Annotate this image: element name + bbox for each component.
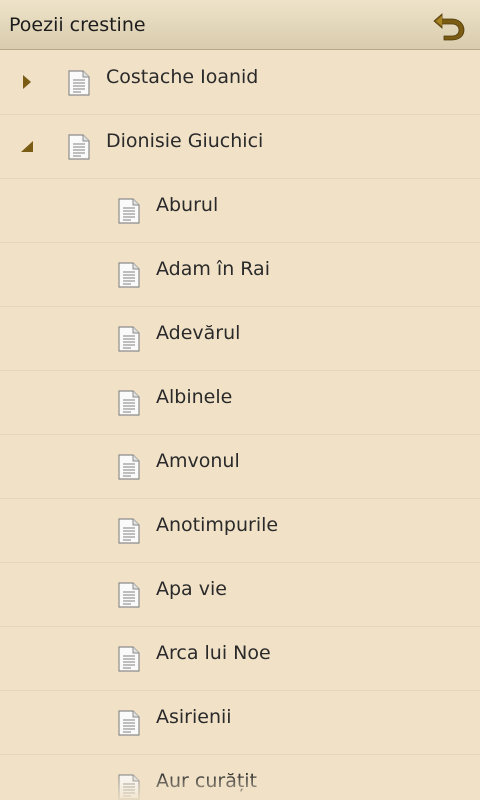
- poem-tree-list[interactable]: Costache Ioanid Dionisie Giuchici Aburul…: [0, 51, 480, 800]
- undo-arrow-icon: [433, 13, 465, 41]
- poem-row[interactable]: Anotimpurile: [0, 499, 480, 563]
- document-icon: [118, 262, 140, 288]
- poem-title: Adevărul: [156, 322, 241, 344]
- app-root: Poezii crestine Costache Ioanid Dionisie…: [0, 0, 480, 800]
- poem-row[interactable]: Apa vie: [0, 563, 480, 627]
- document-icon: [118, 198, 140, 224]
- poem-title: Arca lui Noe: [156, 642, 271, 664]
- document-icon: [118, 582, 140, 608]
- app-title: Poezii crestine: [9, 14, 146, 36]
- poem-title: Aburul: [156, 194, 219, 216]
- triangle-right-icon: [23, 75, 31, 89]
- document-icon: [118, 646, 140, 672]
- poem-row[interactable]: Asirienii: [0, 691, 480, 755]
- collapse-button[interactable]: [16, 135, 38, 157]
- poem-row[interactable]: Adam în Rai: [0, 243, 480, 307]
- document-icon: [68, 134, 90, 160]
- document-icon: [118, 518, 140, 544]
- poem-title: Albinele: [156, 386, 233, 408]
- document-icon: [118, 326, 140, 352]
- poem-row[interactable]: Amvonul: [0, 435, 480, 499]
- document-icon: [118, 390, 140, 416]
- triangle-down-icon: [21, 141, 33, 152]
- poem-title: Apa vie: [156, 578, 227, 600]
- back-button[interactable]: [418, 0, 480, 50]
- poem-row[interactable]: Arca lui Noe: [0, 627, 480, 691]
- poem-row[interactable]: Aur curățit: [0, 755, 480, 800]
- poem-title: Adam în Rai: [156, 258, 270, 280]
- document-icon: [118, 774, 140, 800]
- tree-row-costache-ioanid[interactable]: Costache Ioanid: [0, 51, 480, 115]
- tree-row-label: Costache Ioanid: [106, 66, 259, 88]
- expand-button[interactable]: [16, 71, 38, 93]
- poem-title: Anotimpurile: [156, 514, 279, 536]
- tree-row-dionisie-giuchici[interactable]: Dionisie Giuchici: [0, 115, 480, 179]
- document-icon: [118, 710, 140, 736]
- document-icon: [118, 454, 140, 480]
- poem-row[interactable]: Adevărul: [0, 307, 480, 371]
- poem-title: Asirienii: [156, 706, 232, 728]
- document-icon: [68, 70, 90, 96]
- poem-title: Aur curățit: [156, 770, 258, 792]
- poem-title: Amvonul: [156, 450, 240, 472]
- tree-row-label: Dionisie Giuchici: [106, 130, 264, 152]
- action-bar: Poezii crestine: [0, 0, 480, 50]
- poem-row[interactable]: Aburul: [0, 179, 480, 243]
- poem-row[interactable]: Albinele: [0, 371, 480, 435]
